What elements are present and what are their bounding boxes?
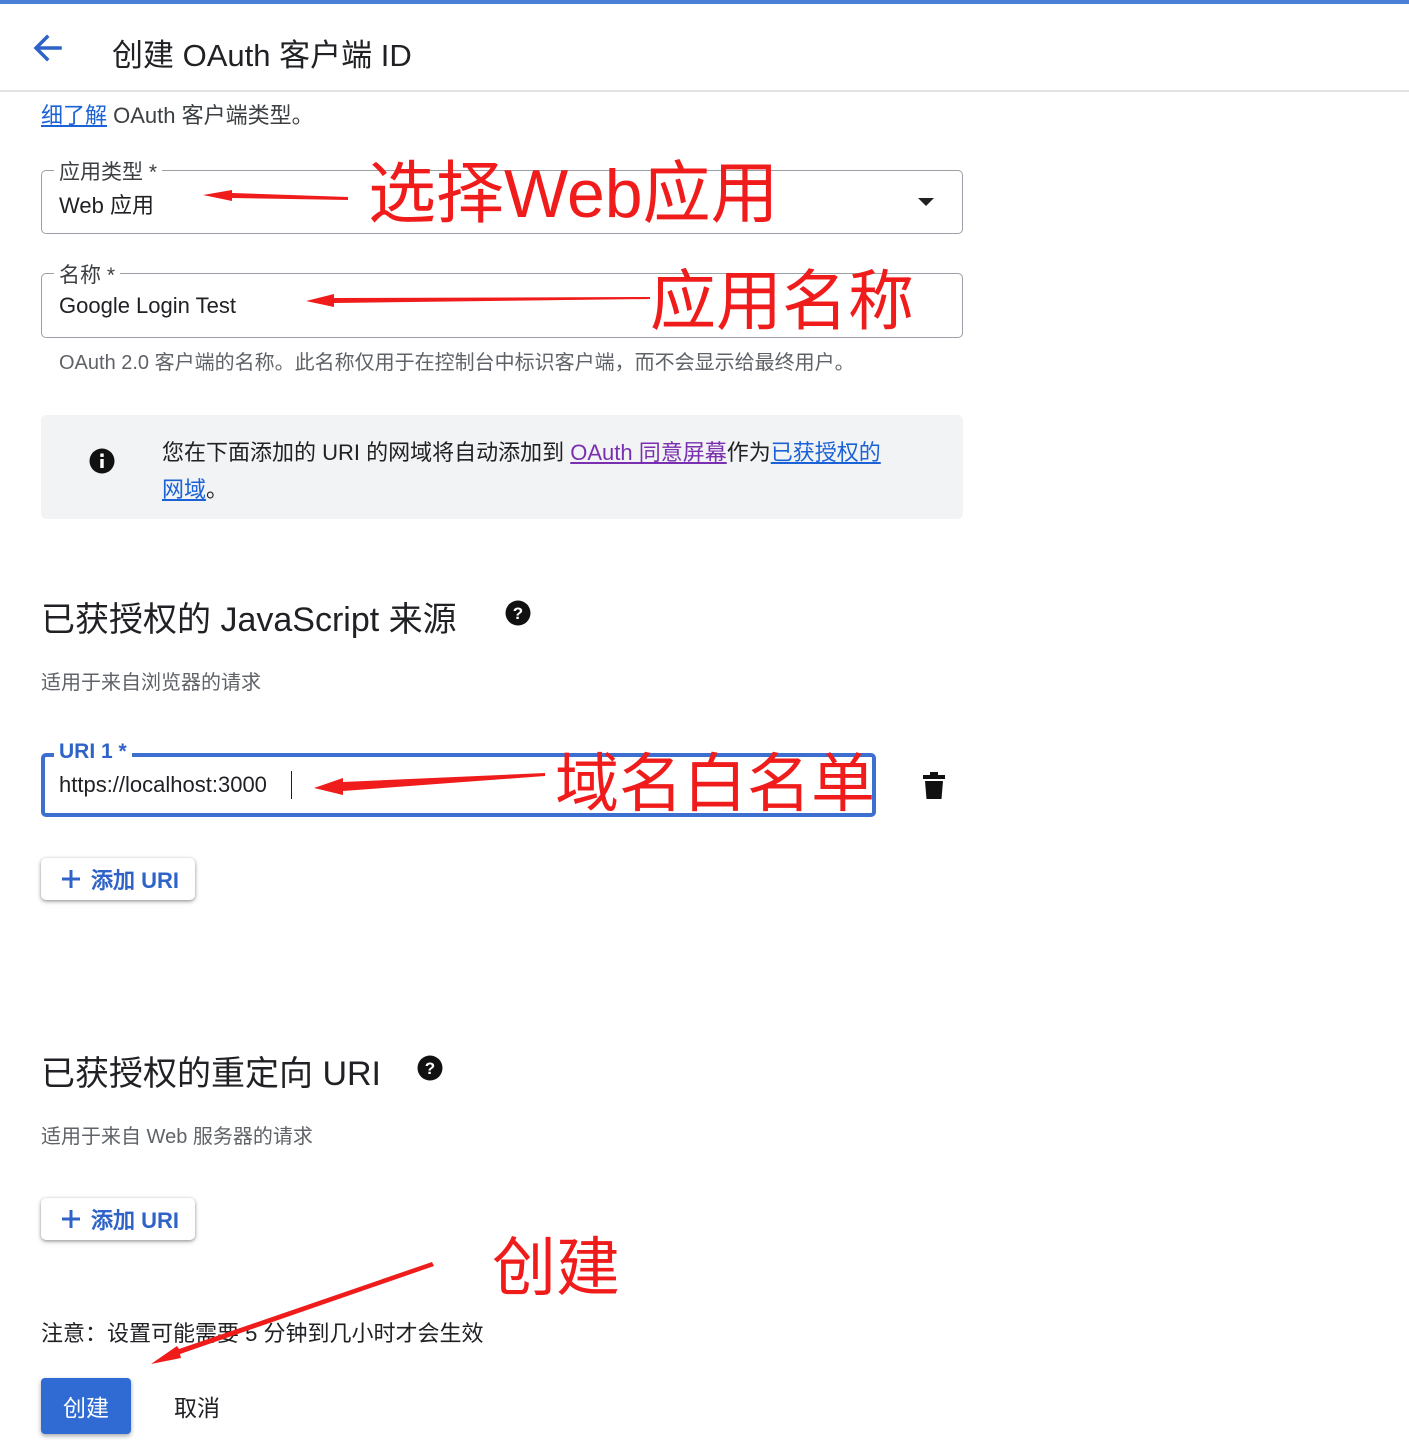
annotation-arrow — [314, 773, 545, 795]
annotation-app-name: 应用名称 — [650, 264, 914, 338]
annotation-arrow — [306, 294, 650, 307]
annotation-create: 创建 — [492, 1232, 620, 1304]
annotation-arrow — [151, 1262, 434, 1364]
annotation-domain-whitelist: 域名白名单 — [555, 748, 875, 820]
annotation-select-web: 选择Web应用 — [368, 156, 779, 232]
annotation-arrow — [203, 190, 348, 201]
